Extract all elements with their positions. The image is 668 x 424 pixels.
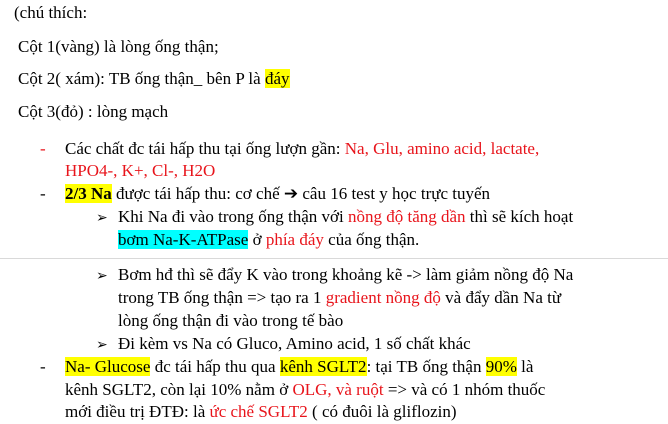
bullet-dash: - bbox=[40, 184, 46, 203]
item3-text-c: là bbox=[516, 357, 534, 376]
item1-substances-cont: HPO4-, K+, Cl-, H2O bbox=[65, 161, 216, 180]
sub2-line1: Bơm hđ thì sẽ đẩy K vào trong khoảng kẽ … bbox=[118, 265, 574, 284]
sub2-line3: lòng ống thận đi vào trong tế bào bbox=[118, 311, 344, 330]
sub1-text-d: của ống thận. bbox=[323, 230, 420, 249]
sub1-line1: Khi Na đi vào trong ống thận với nồng độ… bbox=[118, 206, 573, 228]
column-2-highlight: đáy bbox=[264, 69, 290, 88]
item3-hl2: kênh SGLT2 bbox=[279, 357, 367, 376]
sub1-text-b: thì sẽ kích hoạt bbox=[465, 207, 574, 226]
item3-hl3: 90% bbox=[485, 357, 517, 376]
bullet-dash: - bbox=[40, 357, 46, 376]
sub3-line: Đi kèm vs Na có Gluco, Amino acid, 1 số … bbox=[118, 334, 471, 353]
column-3-note: Cột 3(đỏ) : lòng mạch bbox=[18, 102, 169, 121]
column-1-note: Cột 1(vàng) là lòng ống thận; bbox=[18, 37, 219, 56]
sub1-red2: phía đáy bbox=[265, 230, 324, 249]
sub1-line2: bơm Na-K-ATPase ở phía đáy của ống thận. bbox=[118, 229, 419, 251]
arrow-bullet-icon: ➢ bbox=[96, 210, 108, 226]
item-na-reabsorption: 2/3 Na được tái hấp thu: cơ chế ➔ câu 16… bbox=[65, 183, 490, 205]
item3-red2: ức chế SGLT2 bbox=[209, 402, 308, 421]
arrow-bullet-icon: ➢ bbox=[96, 337, 108, 353]
item-sglt2-line1: Na- Glucose đc tái hấp thu qua kênh SGLT… bbox=[65, 356, 533, 378]
sub2-line2: trong TB ống thận => tạo ra 1 gradient n… bbox=[118, 287, 561, 309]
item3-text-g: ( có đuôi là gliflozin) bbox=[307, 402, 457, 421]
item3-text-a: đc tái hấp thu qua bbox=[150, 357, 280, 376]
item-sglt2-line2: kênh SGLT2, còn lại 10% nằm ở OLG, và ru… bbox=[65, 379, 545, 401]
intro-text: (chú thích: bbox=[14, 3, 88, 22]
item2-bold: 2/3 Na bbox=[65, 184, 112, 203]
sub1-text-a: Khi Na đi vào trong ống thận với bbox=[118, 207, 348, 226]
sub1-pump: bơm Na-K-ATPase bbox=[118, 230, 249, 249]
item2-text2: câu 16 test y học trực tuyến bbox=[298, 184, 491, 203]
item1-substances: Na, Glu, amino acid, lactate, bbox=[344, 139, 540, 158]
column-2-note: Cột 2( xám): TB ống thận_ bên P là đáy bbox=[18, 68, 290, 90]
item3-text-b: : tại TB ống thận bbox=[366, 357, 486, 376]
column-2-text: Cột 2( xám): TB ống thận_ bên P là bbox=[18, 69, 265, 88]
page-separator bbox=[0, 258, 668, 259]
item1-text: Các chất đc tái hấp thu tại ống lượn gần… bbox=[65, 139, 345, 158]
sub2-text-b: và đẩy dần Na từ bbox=[440, 288, 562, 307]
sub2-red: gradient nồng độ bbox=[325, 288, 441, 307]
item3-text-f: mới điều trị ĐTĐ: là bbox=[65, 402, 210, 421]
right-arrow-icon: ➔ bbox=[283, 184, 299, 204]
arrow-bullet-icon: ➢ bbox=[96, 268, 108, 284]
item2-text: được tái hấp thu: cơ chế bbox=[111, 184, 284, 203]
item-reabsorbed-substances: Các chất đc tái hấp thu tại ống lượn gần… bbox=[65, 138, 539, 160]
sub2-text-a: trong TB ống thận => tạo ra 1 bbox=[118, 288, 326, 307]
item3-hl1: Na- Glucose bbox=[65, 357, 151, 376]
item3-text-d: kênh SGLT2, còn lại 10% nằm ở bbox=[65, 380, 293, 399]
sub1-red: nồng độ tăng dần bbox=[347, 207, 466, 226]
sub1-text-c: ở bbox=[248, 230, 266, 249]
item3-red: OLG, và ruột bbox=[292, 380, 384, 399]
item-sglt2-line3: mới điều trị ĐTĐ: là ức chế SGLT2 ( có đ… bbox=[65, 401, 457, 423]
bullet-dash: - bbox=[40, 139, 46, 158]
item3-text-e: => và có 1 nhóm thuốc bbox=[383, 380, 546, 399]
